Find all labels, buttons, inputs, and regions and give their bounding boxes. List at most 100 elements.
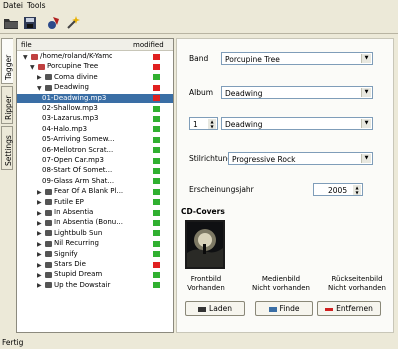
tab-settings[interactable]: Settings — [1, 126, 13, 170]
tree-folder-row[interactable]: ▶ In Absentia — [17, 208, 173, 218]
tree-file-row[interactable]: 01-Deadwing.mp3 — [17, 93, 173, 104]
tree-item-label: Futile EP — [54, 197, 84, 206]
tree-item-label: Lightbulb Sun — [54, 228, 103, 237]
tab-settings-label: Settings — [4, 135, 13, 166]
unmodified-flag-icon — [153, 251, 160, 258]
wand-icon — [67, 16, 80, 29]
unmodified-flag-icon — [153, 178, 160, 185]
year-label: Erscheinungsjahr — [189, 185, 254, 194]
folder-icon — [45, 282, 52, 289]
tab-tagger[interactable]: Tagger — [1, 38, 13, 84]
style-label: Stilrichtung — [189, 154, 233, 163]
tree-file-row[interactable]: 02-Shallow.mp3 — [17, 104, 173, 114]
tree-folder-row[interactable]: ▶ Lightbulb Sun — [17, 229, 173, 239]
modified-flag-icon — [153, 95, 160, 102]
unmodified-flag-icon — [153, 199, 160, 206]
tree-item-label: 01-Deadwing.mp3 — [42, 93, 107, 102]
expand-arrow-icon[interactable]: ▶ — [37, 220, 42, 227]
tree-file-row[interactable]: 05-Arriving Somew... — [17, 135, 173, 145]
tree-folder-row[interactable]: ▼ Deadwing — [17, 83, 173, 93]
tree-folder-row[interactable]: ▶ Coma divine — [17, 73, 173, 83]
tree-folder-row[interactable]: ▶ Up the Dowstair — [17, 281, 173, 291]
tree-file-row[interactable]: 06-Mellotron Scrat... — [17, 146, 173, 156]
tree-folder-row[interactable]: ▶ Nil Recurring — [17, 239, 173, 249]
band-combo[interactable]: Porcupine Tree ▼ — [221, 52, 373, 65]
expand-arrow-icon[interactable]: ▶ — [37, 210, 42, 217]
tree-item-label: Deadwing — [54, 83, 89, 92]
collapse-arrow-icon[interactable]: ▼ — [37, 85, 42, 92]
chevron-down-icon[interactable]: ▼ — [361, 119, 371, 128]
chevron-down-icon[interactable]: ▼ — [361, 88, 371, 97]
unmodified-flag-icon — [153, 147, 160, 154]
spin-down-icon[interactable]: ▼ — [208, 124, 216, 129]
tree-item-label: 07-Open Car.mp3 — [42, 156, 104, 164]
tree-folder-row[interactable]: ▶ Stars Die — [17, 260, 173, 270]
tree-folder-row[interactable]: ▶ Signify — [17, 250, 173, 260]
folder-icon — [4, 19, 18, 29]
save-button[interactable] — [22, 15, 38, 31]
tree-folder-row[interactable]: ▶ Stupid Dream — [17, 270, 173, 280]
tree-header: file modified — [17, 39, 173, 51]
collapse-arrow-icon[interactable]: ▼ — [30, 64, 35, 71]
tree-folder-row[interactable]: ▼ /home/roland/K-Yamo-T... — [17, 52, 173, 62]
find-button[interactable]: Finde — [255, 301, 313, 316]
cd-title-combo[interactable]: Deadwing ▼ — [221, 117, 373, 130]
unmodified-flag-icon — [153, 240, 160, 247]
unmodified-flag-icon — [153, 115, 160, 122]
front-cover-image[interactable] — [185, 220, 225, 269]
expand-arrow-icon[interactable]: ▶ — [37, 74, 42, 81]
expand-arrow-icon[interactable]: ▶ — [37, 189, 42, 196]
style-combo[interactable]: Progressive Rock ▼ — [228, 152, 373, 165]
tab-ripper[interactable]: Ripper — [1, 86, 13, 124]
tree-folder-row[interactable]: ▶ Futile EP — [17, 198, 173, 208]
expand-arrow-icon[interactable]: ▶ — [37, 262, 42, 269]
tree-item-label: 06-Mellotron Scrat... — [42, 145, 114, 154]
search-icon — [268, 306, 277, 312]
expand-arrow-icon[interactable]: ▶ — [37, 272, 42, 279]
menu-datei[interactable]: Datei — [3, 1, 23, 10]
folder-icon — [45, 240, 52, 247]
style-value: Progressive Rock — [232, 155, 296, 164]
column-modified[interactable]: modified — [133, 41, 164, 49]
album-combo[interactable]: Deadwing ▼ — [221, 86, 373, 99]
tag-button[interactable] — [46, 15, 62, 31]
back-cover-status: Rückseitenbild Nicht vorhanden — [317, 275, 397, 293]
tree-file-row[interactable]: 03-Lazarus.mp3 — [17, 114, 173, 124]
expand-arrow-icon[interactable]: ▶ — [37, 282, 42, 289]
chevron-down-icon[interactable]: ▼ — [361, 154, 371, 163]
file-tree[interactable]: file modified ▼/home/roland/K-Yamo-T...▼… — [16, 38, 174, 333]
wand-button[interactable] — [65, 15, 81, 31]
tree-folder-row[interactable]: ▶ In Absentia (Bonu... — [17, 218, 173, 228]
collapse-arrow-icon[interactable]: ▼ — [23, 54, 28, 61]
open-folder-button[interactable] — [3, 15, 19, 31]
folder-icon — [45, 219, 52, 226]
load-button[interactable]: Laden — [185, 301, 245, 316]
album-value: Deadwing — [225, 89, 263, 98]
expand-arrow-icon[interactable]: ▶ — [37, 241, 42, 248]
remove-button[interactable]: Entfernen — [317, 301, 381, 316]
column-file[interactable]: file — [21, 41, 32, 49]
status-bar: Fertig — [2, 338, 24, 347]
tree-file-row[interactable]: 07-Open Car.mp3 — [17, 156, 173, 166]
unmodified-flag-icon — [153, 219, 160, 226]
tree-folder-row[interactable]: ▶ Fear Of A Blank Pl... — [17, 187, 173, 197]
cd-number-spinner[interactable]: 1 ▲ ▼ — [189, 117, 218, 130]
tree-file-row[interactable]: 08-Start Of Somet... — [17, 166, 173, 176]
unmodified-flag-icon — [153, 74, 160, 81]
tree-item-label: /home/roland/K-Yamo-T... — [40, 52, 112, 60]
tree-file-row[interactable]: 09-Glass Arm Shat... — [17, 177, 173, 187]
tree-item-label: Coma divine — [54, 72, 98, 81]
modified-flag-icon — [153, 84, 160, 91]
tab-tagger-label: Tagger — [4, 54, 13, 80]
tree-file-row[interactable]: 04-Halo.mp3 — [17, 125, 173, 135]
expand-arrow-icon[interactable]: ▶ — [37, 251, 42, 258]
chevron-down-icon[interactable]: ▼ — [361, 54, 371, 63]
spin-down-icon[interactable]: ▼ — [353, 190, 361, 195]
year-spinner[interactable]: 2005 ▲ ▼ — [313, 183, 363, 196]
modified-flag-icon — [153, 261, 160, 268]
tree-folder-row[interactable]: ▼ Porcupine Tree — [17, 62, 173, 72]
expand-arrow-icon[interactable]: ▶ — [37, 199, 42, 206]
expand-arrow-icon[interactable]: ▶ — [37, 230, 42, 237]
menu-tools[interactable]: Tools — [27, 1, 45, 10]
tree-item-label: 09-Glass Arm Shat... — [42, 176, 114, 185]
